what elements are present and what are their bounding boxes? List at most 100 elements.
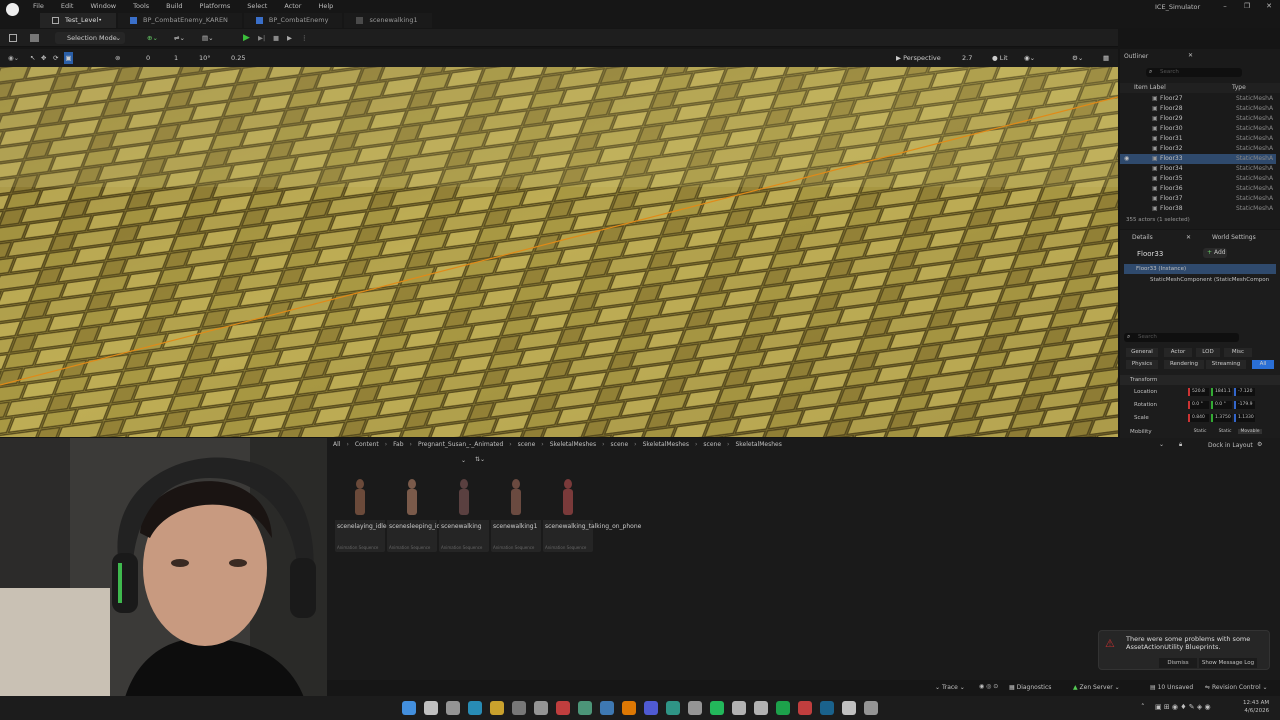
tab-bp-combatenemy[interactable]: BP_CombatEnemy (243, 13, 343, 28)
menu-actor[interactable]: Actor (275, 0, 309, 12)
outliner-row[interactable]: ◉▣Floor37StaticMeshA (1120, 194, 1276, 204)
filter-dropdown-icon[interactable]: ⌄ (461, 457, 466, 464)
menu-help[interactable]: Help (309, 0, 341, 12)
launch-icon[interactable]: ▶ (287, 32, 292, 44)
rotation-y-field[interactable]: 0.0 ° (1211, 401, 1232, 409)
chrome-icon[interactable] (798, 701, 812, 715)
mobility-option[interactable]: Static (1213, 429, 1237, 434)
location-z-field[interactable]: -7.120 (1234, 388, 1255, 396)
location-x-field[interactable]: 520.8 (1188, 388, 1209, 396)
menu-tools[interactable]: Tools (124, 0, 157, 12)
breadcrumb-item[interactable]: Content (355, 441, 379, 448)
add-component-button[interactable]: + Add (1203, 248, 1227, 258)
windows-start-icon[interactable] (402, 701, 416, 715)
outliner-row[interactable]: ◉▣Floor31StaticMeshA (1120, 134, 1276, 144)
breadcrumb-item[interactable]: scene (611, 441, 629, 448)
show-flags-icon[interactable]: ◉⌄ (1024, 52, 1035, 64)
column-item-label[interactable]: Item Label (1134, 84, 1166, 91)
world-settings-tab[interactable]: World Settings (1212, 234, 1256, 241)
move-tool-icon[interactable]: ✥ (41, 52, 46, 64)
breadcrumb-item[interactable]: All (333, 441, 340, 448)
search-icon[interactable] (424, 701, 438, 715)
menu-window[interactable]: Window (81, 0, 124, 12)
angle-value[interactable]: 0 (146, 52, 150, 64)
revision-control-button[interactable]: ⇋ Revision Control ⌄ (1205, 684, 1268, 691)
asset-tile[interactable]: scenelaying_idle Animation Sequence (335, 472, 387, 552)
dock-in-layout-button[interactable]: Dock in Layout (1208, 442, 1253, 449)
filter-general[interactable]: General (1126, 348, 1158, 357)
mobility-option[interactable]: Static (1188, 429, 1212, 434)
file-explorer-icon[interactable] (490, 701, 504, 715)
breadcrumb-item[interactable]: Pregnant_Susan_-_Animated (418, 441, 503, 448)
unsaved-button[interactable]: ▤ 10 Unsaved (1150, 684, 1193, 691)
asset-tile[interactable]: scenesleeping_idle Animation Sequence (387, 472, 446, 552)
close-icon[interactable]: ✕ (1186, 234, 1191, 241)
world-local-icon[interactable]: ⊚ (115, 52, 120, 64)
show-message-log-button[interactable]: Show Message Log (1199, 658, 1257, 668)
scale-y-field[interactable]: 1.3750 (1211, 414, 1232, 422)
column-type[interactable]: Type (1232, 84, 1246, 91)
task-view-icon[interactable] (446, 701, 460, 715)
settings-icon[interactable]: ⚙ (1257, 441, 1262, 448)
settings-icon[interactable]: ⚙⌄ (1072, 52, 1083, 64)
outliner-row[interactable]: ◉▣Floor36StaticMeshA (1120, 184, 1276, 194)
filter-streaming[interactable]: Streaming (1206, 360, 1246, 369)
clock[interactable]: 12:43 AM 4/6/2026 (1243, 699, 1269, 715)
edge-browser-icon[interactable] (468, 701, 482, 715)
mobility-option[interactable]: Movable (1238, 429, 1262, 434)
settings-icon[interactable] (534, 701, 548, 715)
details-tab[interactable]: Details (1132, 234, 1153, 241)
rotate-tool-icon[interactable]: ⟳ (53, 52, 58, 64)
rotation-x-field[interactable]: 0.0 ° (1188, 401, 1209, 409)
app-icon[interactable] (666, 701, 680, 715)
perspective-button[interactable]: ▶ Perspective (896, 52, 941, 64)
rotation-z-field[interactable]: -179.9 (1234, 401, 1255, 409)
layout-icon[interactable]: ▦ (1103, 52, 1109, 64)
menu-edit[interactable]: Edit (52, 0, 82, 12)
outliner-row[interactable]: ◉ ▣ Floor33 StaticMeshA (1120, 154, 1276, 164)
close-icon[interactable]: ✕ (1188, 52, 1193, 59)
lit-mode-button[interactable]: ● Lit (992, 52, 1008, 64)
filter-misc[interactable]: Misc (1224, 348, 1252, 357)
minimize-icon[interactable]: – (1214, 0, 1236, 12)
menu-select[interactable]: Select (238, 0, 275, 12)
close-icon[interactable]: ✕ (1258, 0, 1280, 12)
transform-section[interactable]: Transform (1120, 375, 1280, 385)
stop-icon[interactable]: ■ (273, 32, 279, 44)
breadcrumb-item[interactable]: SkeletalMeshes (550, 441, 596, 448)
terminal-icon[interactable] (512, 701, 526, 715)
zen-server-button[interactable]: ▲ Zen Server ⌄ (1073, 684, 1120, 691)
level-viewport[interactable] (0, 67, 1118, 437)
play-icon[interactable]: ▶ (243, 32, 250, 44)
tab-bp-combatenemy-karen[interactable]: BP_CombatEnemy_KAREN (118, 13, 242, 28)
instance-row[interactable]: Floor33 (Instance) (1124, 264, 1276, 274)
filter-physics[interactable]: Physics (1126, 360, 1158, 369)
mail-icon[interactable] (600, 701, 614, 715)
filter-all[interactable]: All (1252, 360, 1274, 369)
steam-icon[interactable] (820, 701, 834, 715)
outliner-row[interactable]: ◉▣Floor29StaticMeshA (1120, 114, 1276, 124)
outliner-row[interactable]: ◉▣Floor32StaticMeshA (1120, 144, 1276, 154)
outliner-row[interactable]: ◉▣Floor27StaticMeshA (1120, 94, 1276, 104)
outliner-row[interactable]: ◉▣Floor38StaticMeshA (1120, 204, 1276, 214)
viewport-menu-icon[interactable]: ◉⌄ (8, 52, 19, 64)
scale-tool-icon[interactable]: ▣ (64, 52, 73, 64)
snap-scale-value[interactable]: 0.25 (231, 52, 245, 64)
breadcrumb-item[interactable]: Fab (393, 441, 403, 448)
filter-rendering[interactable]: Rendering (1164, 360, 1204, 369)
dismiss-button[interactable]: Dismiss (1159, 658, 1197, 668)
more-options-icon[interactable]: ⋮ (301, 32, 308, 44)
tab-scenewalking1[interactable]: scenewalking1 (344, 13, 432, 28)
chrome-icon[interactable] (556, 701, 570, 715)
asset-tile[interactable]: scenewalking_talking_on_phone Animation S… (543, 472, 641, 552)
selection-mode-dropdown[interactable]: Selection Mode ⌄ (55, 32, 125, 44)
unreal-icon[interactable] (842, 701, 856, 715)
scale-x-field[interactable]: 0.840 (1188, 414, 1209, 422)
component-row[interactable]: StaticMeshComponent (StaticMeshCompon (1150, 277, 1276, 283)
step-icon[interactable]: ▶| (258, 32, 265, 44)
outliner-row[interactable]: ◉▣Floor35StaticMeshA (1120, 174, 1276, 184)
blueprint-menu-icon[interactable]: ⇌⌄ (174, 32, 185, 44)
outliner-row[interactable]: ◉▣Floor34StaticMeshA (1120, 164, 1276, 174)
asset-tile[interactable]: scenewalking Animation Sequence (439, 472, 489, 552)
whatsapp-icon[interactable] (710, 701, 724, 715)
